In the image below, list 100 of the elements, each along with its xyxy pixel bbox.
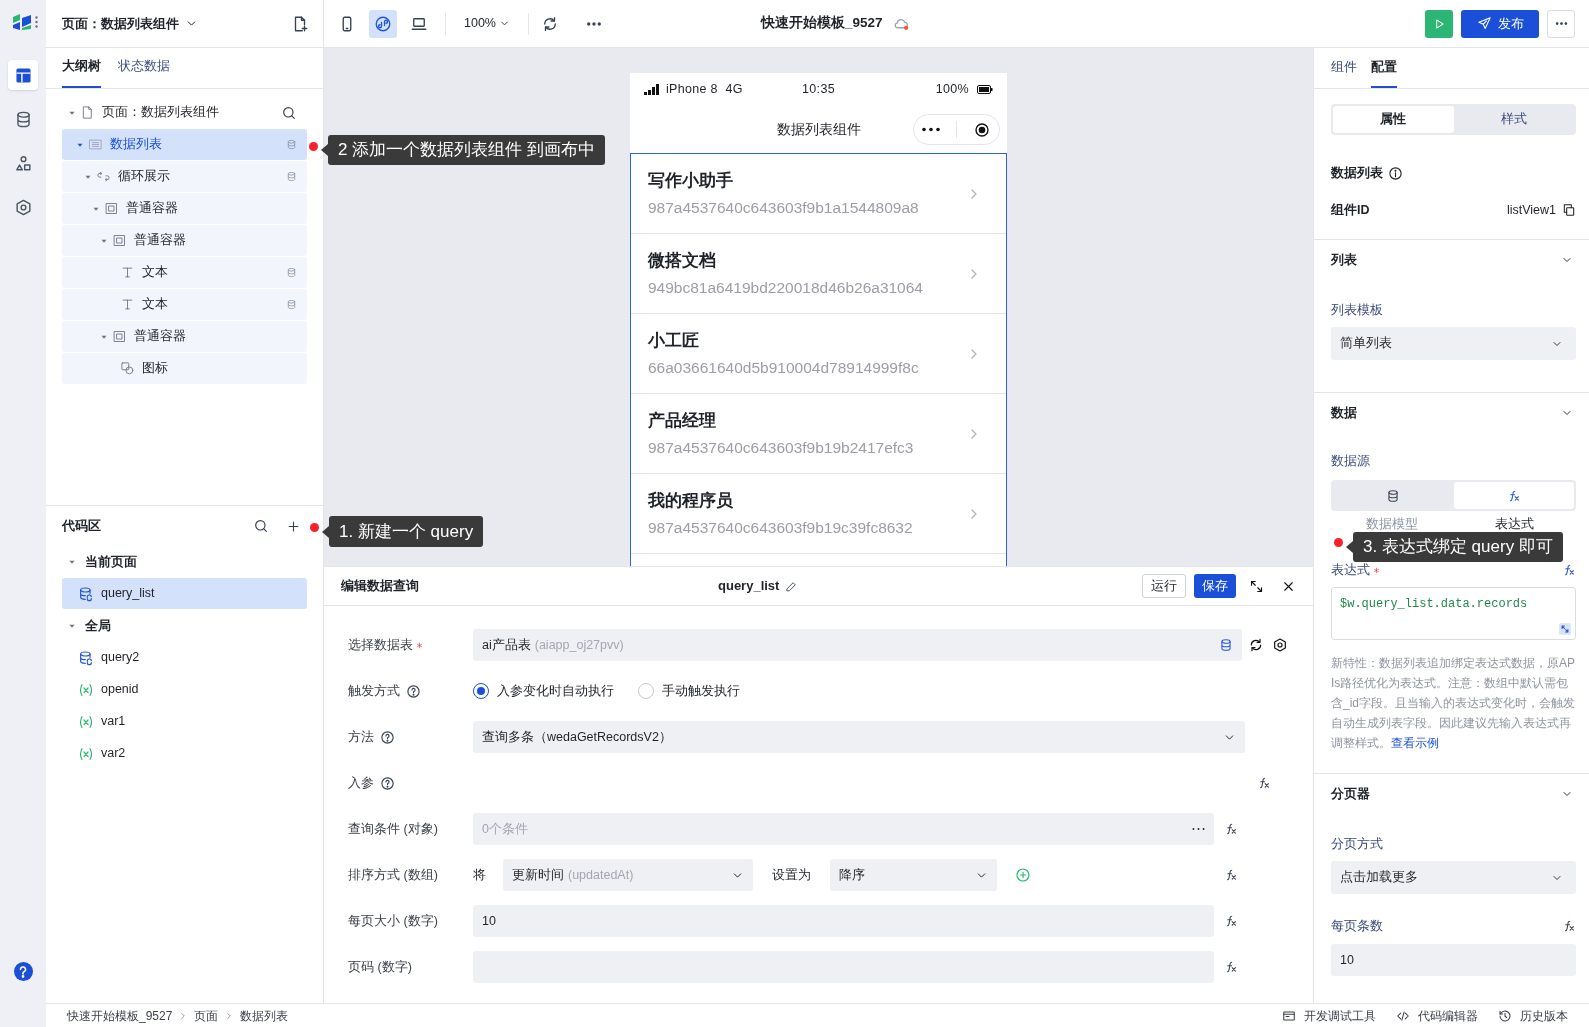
list-item[interactable]: 产品经理 987a4537640c643603f9b19b2417efc3 (631, 394, 1006, 474)
help-icon[interactable] (380, 775, 395, 791)
tree-item[interactable]: 循环展示 (62, 161, 307, 192)
hexagon-icon[interactable] (1272, 637, 1288, 653)
list-item[interactable]: 我的程序员 987a4537640c643603f9b19c39fc8632 (631, 474, 1006, 554)
search-icon[interactable] (253, 518, 269, 534)
panel-tab[interactable]: 大纲树 (62, 47, 101, 88)
input-field[interactable]: 10 (1331, 944, 1576, 976)
panel-tab[interactable]: 状态数据 (118, 47, 170, 88)
select-field[interactable]: 简单列表 (1331, 327, 1576, 360)
radio-option[interactable]: 手动触发执行 (638, 681, 740, 701)
code-item[interactable]: openid (62, 674, 307, 705)
logo-icon[interactable] (12, 13, 32, 31)
page-title: 数据列表组件 (776, 120, 861, 139)
footer-button[interactable]: 代码编辑器 (1396, 1006, 1478, 1025)
file-icon (80, 105, 95, 120)
more-icon[interactable] (922, 127, 940, 132)
save-button[interactable]: 保存 (1194, 574, 1236, 598)
function-icon[interactable] (1224, 914, 1238, 928)
code-item[interactable]: query_list (62, 578, 307, 609)
refresh-icon[interactable] (1248, 637, 1264, 653)
breadcrumb[interactable]: 页面 (194, 1006, 219, 1025)
footer-button[interactable]: 历史版本 (1498, 1006, 1568, 1025)
sort-order-select[interactable]: 降序 (830, 859, 997, 891)
breadcrumb[interactable]: 数据列表 (240, 1006, 289, 1025)
zoom-dropdown[interactable]: 100% (458, 14, 516, 33)
help-icon[interactable] (380, 729, 395, 745)
pointer-icon (1346, 541, 1353, 553)
sort-field-select[interactable]: 更新时间 (updatedAt) (503, 859, 753, 891)
search-icon[interactable] (281, 104, 297, 121)
input-field[interactable]: 10 (473, 905, 1214, 937)
app-title: 快速开始模板_9527 (761, 14, 883, 33)
function-icon[interactable] (1224, 822, 1238, 836)
tree-item[interactable]: 图标 (62, 353, 307, 384)
tree-group[interactable]: 全局 (62, 610, 307, 642)
function-icon[interactable] (1257, 776, 1271, 790)
code-item[interactable]: var2 (62, 738, 307, 769)
table-select[interactable]: ai产品表 (aiapp_oj27pvv) (473, 629, 1242, 661)
device-button[interactable] (369, 9, 397, 38)
breadcrumb[interactable]: 快速开始模板_9527 (67, 1006, 173, 1025)
help-icon[interactable] (406, 683, 421, 699)
sort-label: 设置为 (772, 866, 811, 884)
info-icon[interactable] (1388, 165, 1403, 181)
field-label: 数据源 (1331, 452, 1370, 470)
code-item[interactable]: query2 (62, 642, 307, 673)
pencil-icon[interactable] (785, 579, 799, 593)
tree-item[interactable]: 页面：数据列表组件 (62, 97, 307, 128)
expand-icon[interactable] (1249, 578, 1264, 594)
tree-item[interactable]: 普通容器 (62, 321, 307, 352)
field-label: 分页方式 (1331, 835, 1383, 853)
section-header[interactable]: 列表 (1331, 250, 1576, 270)
tree-item[interactable]: 数据列表 (62, 129, 307, 160)
plus-icon[interactable] (286, 518, 301, 534)
segment-tab[interactable]: 属性 (1333, 106, 1454, 133)
console-icon (1282, 1008, 1296, 1023)
run-button[interactable] (1425, 9, 1453, 38)
panel-tab[interactable]: 组件 (1331, 48, 1357, 88)
publish-button[interactable]: 发布 (1461, 9, 1539, 38)
sidebar-tab[interactable] (8, 60, 38, 90)
radio-option[interactable]: 入参变化时自动执行 (473, 681, 614, 701)
run-query-button[interactable]: 运行 (1142, 574, 1186, 598)
segment-tab[interactable]: 样式 (1453, 106, 1574, 133)
section-title: 代码区 (62, 517, 101, 535)
function-icon[interactable] (1562, 563, 1576, 577)
battery-text: 100% (935, 81, 969, 99)
copy-icon[interactable] (1562, 203, 1576, 217)
tree-group[interactable]: 当前页面 (62, 546, 307, 578)
plus-circle-icon[interactable] (1015, 867, 1031, 883)
example-link[interactable]: 查看示例 (1391, 736, 1439, 750)
function-icon[interactable] (1224, 960, 1238, 974)
list-item[interactable]: 微搭文档 949bc81a6419bd220018d46b26a31064 (631, 234, 1006, 314)
select-field[interactable]: 点击加载更多 (1331, 861, 1576, 894)
kebab-icon[interactable] (35, 16, 38, 28)
page-selector[interactable]: 页面：数据列表组件 (62, 13, 198, 34)
tree-item[interactable]: 文本 (62, 289, 307, 320)
section-header[interactable]: 数据 (1331, 403, 1576, 423)
more-button[interactable] (1547, 9, 1575, 38)
signal-icon (644, 84, 660, 95)
footer-button[interactable]: 开发调试工具 (1282, 1006, 1376, 1025)
function-icon[interactable] (1562, 919, 1576, 933)
more-icon[interactable] (1192, 827, 1205, 831)
item-title: 我的程序员 (648, 489, 734, 512)
expression-field[interactable]: $w.query_list.data.records (1331, 587, 1576, 640)
battery-icon (977, 85, 993, 94)
field-label: 查询条件 (对象) (348, 820, 438, 838)
list-item[interactable]: 写作小助手 987a4537640c643603f9b1a1544809a8 (631, 154, 1006, 234)
panel-tab[interactable]: 配置 (1371, 48, 1397, 88)
field-label: 列表模板 (1331, 301, 1383, 319)
refresh-icon[interactable] (541, 14, 559, 33)
expand-corner-icon[interactable] (1558, 622, 1572, 636)
tree-item[interactable]: 普通容器 (62, 225, 307, 256)
section-header[interactable]: 分页器 (1331, 784, 1576, 804)
list-item[interactable]: 小工匠 66a03661640d5b910004d78914999f8c (631, 314, 1006, 394)
help-button[interactable] (13, 962, 33, 981)
code-item[interactable]: var1 (62, 706, 307, 737)
method-select[interactable]: 查询多条（wedaGetRecordsV2） (473, 721, 1245, 753)
tree-item[interactable]: 文本 (62, 257, 307, 288)
variable-icon (78, 681, 94, 698)
function-icon[interactable] (1224, 868, 1238, 882)
tree-item[interactable]: 普通容器 (62, 193, 307, 224)
